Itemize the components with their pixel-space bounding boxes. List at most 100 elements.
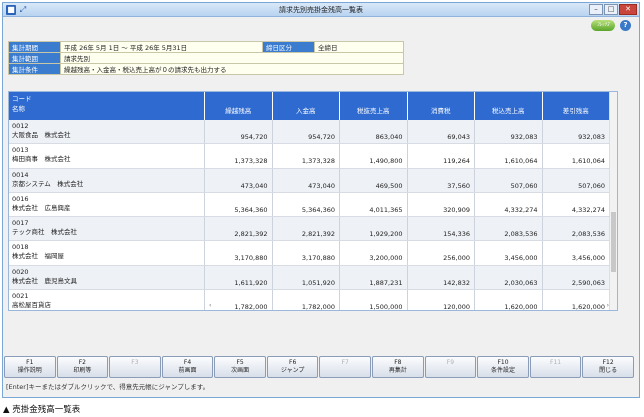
cell-amount: 119,264 (408, 144, 475, 168)
header-code: コード (12, 95, 32, 103)
cell-amount: 507,060 (543, 168, 610, 192)
header-col[interactable]: 税込売上高 (475, 92, 543, 120)
cell-amount: 469,500 (340, 168, 408, 192)
cell-amount: 1,373,328 (205, 144, 273, 168)
fkey-f7-button[interactable]: F7 (319, 356, 372, 378)
cell-amount: 4,011,365 (340, 192, 408, 217)
fkey-f9-button[interactable]: F9 (424, 356, 477, 378)
cell-code: 0013 (12, 146, 29, 155)
scroll-thumb[interactable] (611, 212, 616, 272)
cell-amount: 142,832 (408, 265, 475, 290)
header-col[interactable]: 消費税 (408, 92, 475, 120)
cell-amount: 507,060 (475, 168, 543, 192)
header-col[interactable]: 差引残高 (543, 92, 610, 120)
cell-code-name: 0018 株式会社 福岡屋 (9, 241, 205, 265)
fkey-f6-button[interactable]: F6 ジャンプ (266, 356, 319, 378)
table-row[interactable]: 0014 京都システム 株式会社 473,040 473,040 469,500 37,5… (9, 168, 617, 193)
condition-label: 締日区分 (262, 41, 315, 53)
header-col[interactable]: 税抜売上高 (340, 92, 408, 120)
fkey-code: F5 (236, 359, 244, 366)
fkey-f1-button[interactable]: F1 操作説明 (4, 356, 56, 378)
header-col[interactable]: 入金高 (273, 92, 340, 120)
function-key-bar: F1 操作説明 F2 印刷等 F3 F4 前画面 F5 次画面 F6 ジャンプ F7 F8 再集計 F9 F1… (4, 356, 634, 378)
table-row[interactable]: 0020 株式会社 鹿児島文具 1,611,920 1,051,920 1,887,23… (9, 265, 617, 291)
cell-amount: 37,560 (408, 168, 475, 192)
cell-code-name: 0013 梅田商事 株式会社 (9, 144, 205, 168)
condition-value: 全締日 (314, 41, 404, 53)
cell-amount: 3,200,000 (340, 241, 408, 265)
cell-amount: 5,364,360 (273, 192, 340, 217)
cell-amount: 932,083 (543, 120, 610, 144)
fkey-label: 再集計 (388, 367, 407, 374)
cell-amount: 1,373,328 (273, 144, 340, 168)
fkey-code: F10 (497, 359, 509, 366)
cell-amount: 1,051,920 (273, 265, 340, 290)
status-message: [Enter]キーまたはダブルクリックで、得意先元帳にジャンプします。 (6, 383, 210, 391)
balance-grid[interactable]: コード 名称 繰越残高 入金高 税抜売上高 消費税 税込売上高 差引残高 001… (8, 91, 618, 311)
cell-amount: 69,043 (408, 120, 475, 144)
cell-amount: 4,332,274 (543, 192, 610, 217)
fkey-f8-button[interactable]: F8 再集計 (372, 356, 424, 378)
condition-row: 集計条件 繰越残高・入金高・税込売上高が０の請求先も出力する (8, 63, 404, 75)
fkey-code: F2 (78, 359, 86, 366)
cell-amount: 4,332,274 (475, 192, 543, 217)
cell-amount: 954,720 (205, 120, 273, 144)
header-code-name: コード 名称 (9, 92, 205, 120)
fkey-label: 前画面 (178, 367, 197, 374)
figure-caption: ▲ 売掛金残高一覧表 (3, 405, 81, 415)
grid-header: コード 名称 繰越残高 入金高 税抜売上高 消費税 税込売上高 差引残高 (9, 92, 617, 120)
brand-logo: ﾌﾚｯｸｽ (591, 20, 615, 31)
cell-amount: 863,040 (340, 120, 408, 144)
help-icon[interactable]: ? (620, 20, 631, 31)
maximize-button[interactable]: □ (604, 4, 618, 15)
fkey-label: ジャンプ (280, 367, 305, 374)
cell-amount: 2,821,392 (273, 217, 340, 241)
close-button[interactable]: ✕ (619, 4, 637, 15)
condition-row: 集計期間 平成 26年 5月 1日 〜 平成 26年 5月31日 締日区分 全締… (8, 41, 404, 53)
table-row[interactable]: 0013 梅田商事 株式会社 1,373,328 1,373,328 1,490,800… (9, 144, 617, 169)
fkey-f4-button[interactable]: F4 前画面 (161, 356, 214, 378)
cell-amount: 2,083,536 (543, 217, 610, 241)
cell-name: 株式会社 福岡屋 (12, 252, 64, 261)
header-col[interactable]: 繰越残高 (205, 92, 273, 120)
fkey-f3-button[interactable]: F3 (109, 356, 161, 378)
cell-code: 0017 (12, 219, 29, 228)
cell-amount: 473,040 (273, 168, 340, 192)
scroll-right-icon[interactable]: › (607, 302, 609, 309)
fkey-label: 次画面 (231, 367, 250, 374)
fkey-code: F8 (394, 359, 402, 366)
cell-amount: 3,456,000 (475, 241, 543, 265)
cell-amount: 1,490,800 (340, 144, 408, 168)
cell-name: テック商社 株式会社 (12, 228, 77, 237)
fkey-code: F11 (550, 359, 562, 366)
fkey-code: F4 (183, 359, 192, 366)
condition-value: 繰越残高・入金高・税込売上高が０の請求先も出力する (60, 63, 404, 75)
condition-panel: 集計期間 平成 26年 5月 1日 〜 平成 26年 5月31日 締日区分 全締… (8, 41, 404, 75)
minimize-button[interactable]: – (589, 4, 603, 15)
condition-value: 平成 26年 5月 1日 〜 平成 26年 5月31日 (60, 41, 263, 53)
fkey-code: F6 (289, 359, 297, 366)
fkey-f5-button[interactable]: F5 次画面 (214, 356, 266, 378)
vertical-scrollbar[interactable] (609, 92, 617, 310)
cell-name: 株式会社 鹿児島文具 (12, 276, 77, 285)
fkey-label: 印刷等 (73, 367, 92, 374)
horizontal-scrollbar[interactable]: ‹ › (209, 302, 609, 310)
fkey-f11-button[interactable]: F11 (529, 356, 582, 378)
table-row[interactable]: 0018 株式会社 福岡屋 3,170,880 3,170,880 3,200,000 2… (9, 241, 617, 266)
table-row[interactable]: 0016 株式会社 広島興産 5,364,360 5,364,360 4,011,365… (9, 192, 617, 218)
condition-row: 集計範囲 請求先別 (8, 52, 404, 64)
cell-code: 0014 (12, 170, 29, 179)
cell-amount: 3,456,000 (543, 241, 610, 265)
scroll-left-icon[interactable]: ‹ (209, 302, 211, 309)
table-row[interactable]: 0012 大阪食品 株式会社 954,720 954,720 863,040 69,043… (9, 120, 617, 145)
cell-amount: 932,083 (475, 120, 543, 144)
condition-label: 集計条件 (8, 63, 61, 75)
fkey-f10-button[interactable]: F10 条件設定 (477, 356, 529, 378)
fkey-f2-button[interactable]: F2 印刷等 (56, 356, 109, 378)
condition-label: 集計範囲 (8, 52, 61, 64)
fkey-f12-button[interactable]: F12 閉じる (582, 356, 634, 378)
table-row[interactable]: 0017 テック商社 株式会社 2,821,392 2,821,392 1,929,20… (9, 217, 617, 242)
condition-value: 請求先別 (60, 52, 404, 64)
grid-body: 0012 大阪食品 株式会社 954,720 954,720 863,040 69,043… (9, 120, 617, 310)
cell-name: 大阪食品 株式会社 (12, 131, 71, 139)
